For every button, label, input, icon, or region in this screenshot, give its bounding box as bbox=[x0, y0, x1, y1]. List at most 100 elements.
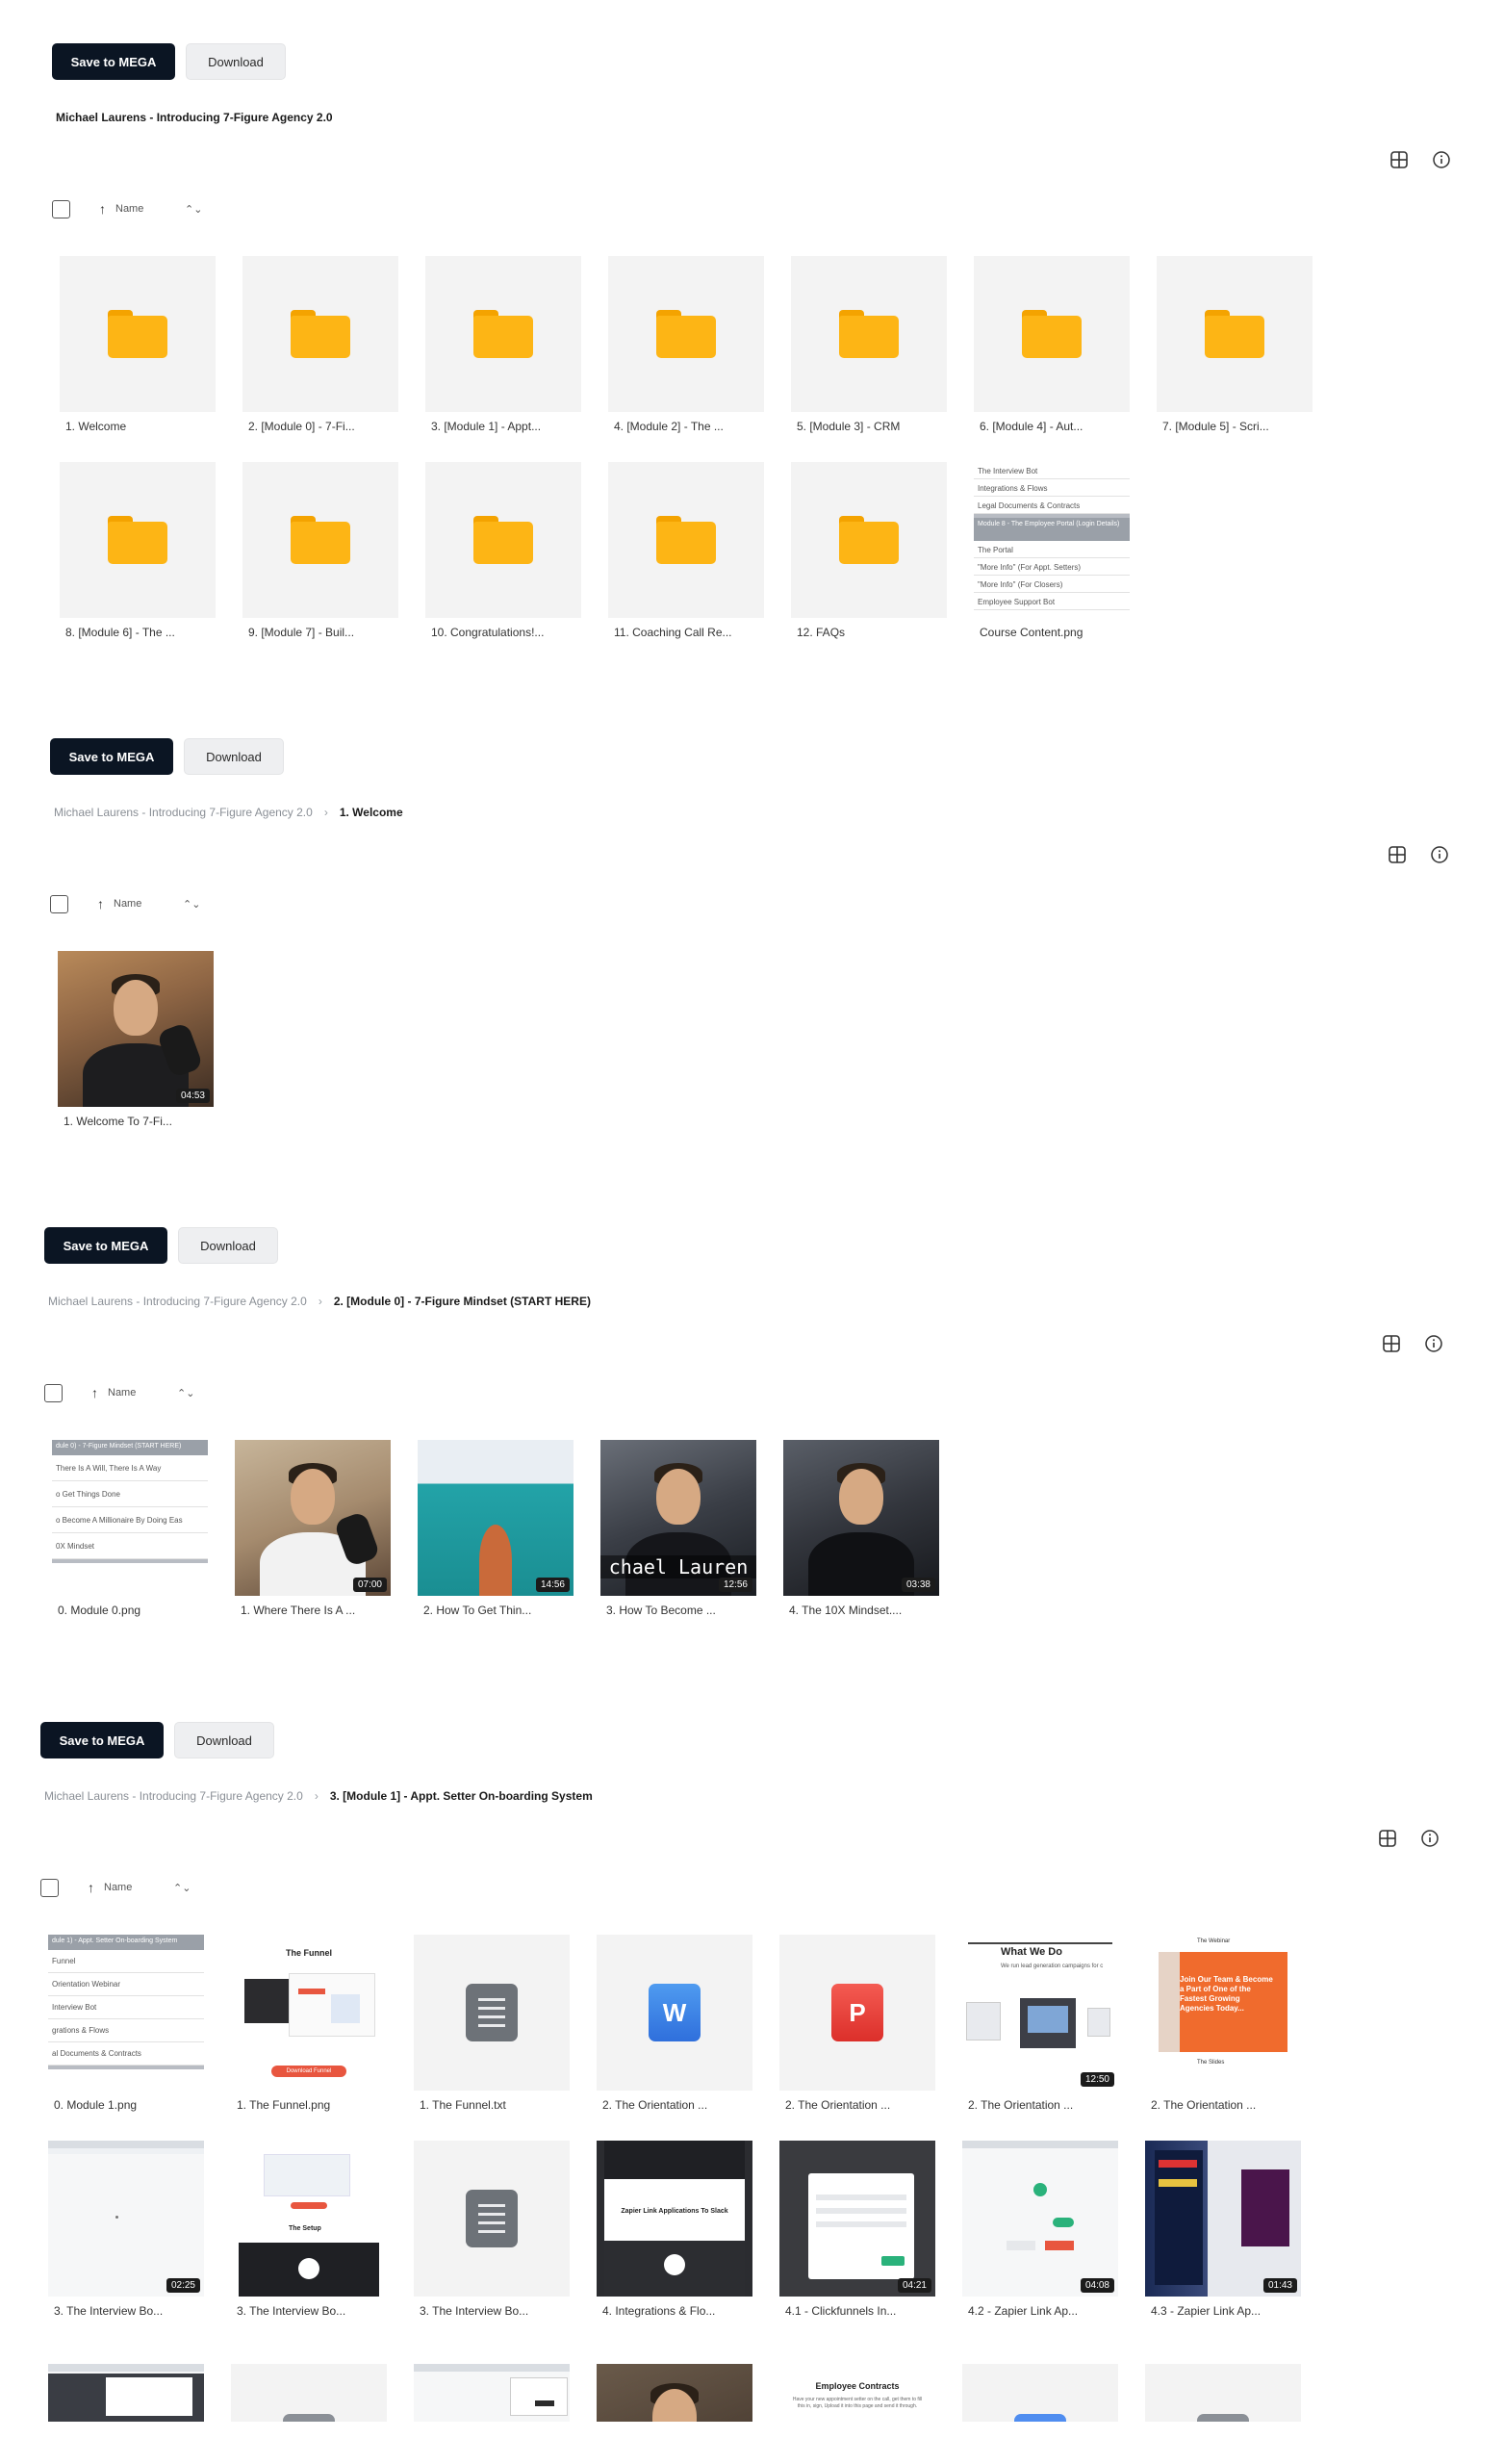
folder-icon bbox=[1205, 310, 1264, 358]
video-tile[interactable] bbox=[597, 2364, 752, 2422]
folder-tile[interactable]: 1. Welcome bbox=[60, 256, 216, 433]
text-file-tile[interactable]: 1. The Funnel.txt bbox=[414, 1935, 570, 2112]
info-icon[interactable] bbox=[1423, 1333, 1444, 1354]
file-tile[interactable] bbox=[1145, 2364, 1301, 2422]
download-button[interactable]: Download bbox=[186, 43, 286, 80]
video-tile[interactable]: The Setup 3. The Interview Bo... bbox=[231, 2141, 387, 2318]
folder-tile[interactable]: 10. Congratulations!... bbox=[425, 462, 581, 639]
video-tile[interactable]: What We Do We run lead generation campai… bbox=[962, 1935, 1118, 2112]
image-file-tile[interactable]: dule 1) - Appt. Setter On-boarding Syste… bbox=[48, 1935, 204, 2112]
folder-icon bbox=[839, 516, 899, 564]
video-duration: 14:56 bbox=[535, 1578, 570, 1592]
powerpoint-file-tile[interactable]: P 2. The Orientation ... bbox=[779, 1935, 935, 2112]
sort-field-label[interactable]: Name bbox=[115, 203, 185, 215]
module-1-thumbnail: dule 1) - Appt. Setter On-boarding Syste… bbox=[48, 1935, 204, 2091]
select-all-checkbox[interactable] bbox=[40, 1878, 59, 1897]
download-button[interactable]: Download bbox=[184, 738, 284, 775]
breadcrumb: Michael Laurens - Introducing 7-Figure A… bbox=[54, 806, 403, 819]
video-duration: 12:56 bbox=[718, 1578, 752, 1592]
breadcrumb-root[interactable]: Michael Laurens - Introducing 7-Figure A… bbox=[44, 1789, 303, 1803]
video-thumbnail: 04:21 bbox=[779, 2141, 935, 2297]
select-all-checkbox[interactable] bbox=[50, 894, 68, 913]
video-thumbnail: chael Lauren 12:56 bbox=[600, 1440, 756, 1596]
breadcrumb-root[interactable]: Michael Laurens - Introducing 7-Figure A… bbox=[48, 1295, 307, 1308]
grid-view-icon[interactable] bbox=[1377, 1828, 1398, 1849]
select-all-checkbox[interactable] bbox=[52, 199, 70, 218]
folder-tile[interactable]: 12. FAQs bbox=[791, 462, 947, 639]
sort-toggle-icon[interactable]: ⌃⌄ bbox=[183, 898, 200, 911]
video-tile[interactable]: 03:38 4. The 10X Mindset.... bbox=[783, 1440, 939, 1617]
folder-tile[interactable]: 4. [Module 2] - The ... bbox=[608, 256, 764, 433]
info-icon[interactable] bbox=[1431, 149, 1452, 170]
video-duration: 04:53 bbox=[175, 1089, 210, 1103]
tile-label: 2. How To Get Thin... bbox=[423, 1604, 532, 1617]
sort-ascending-icon[interactable]: ↑ bbox=[88, 1880, 94, 1895]
save-to-mega-button[interactable]: Save to MEGA bbox=[50, 738, 173, 775]
breadcrumb-root[interactable]: Michael Laurens - Introducing 7-Figure A… bbox=[56, 111, 333, 124]
download-button[interactable]: Download bbox=[178, 1227, 278, 1264]
sort-field-label[interactable]: Name bbox=[104, 1882, 173, 1893]
folder-icon bbox=[656, 310, 716, 358]
video-thumbnail: Zapier Link Applications To Slack bbox=[597, 2141, 752, 2297]
breadcrumb: Michael Laurens - Introducing 7-Figure A… bbox=[56, 111, 333, 124]
save-to-mega-button[interactable]: Save to MEGA bbox=[52, 43, 175, 80]
sort-field-label[interactable]: Name bbox=[108, 1387, 177, 1399]
video-tile[interactable]: 01:43 4.3 - Zapier Link Ap... bbox=[1145, 2141, 1301, 2318]
grid-view-icon[interactable] bbox=[1381, 1333, 1402, 1354]
folder-tile[interactable]: 6. [Module 4] - Aut... bbox=[974, 256, 1130, 433]
sort-bar: ↑ Name ⌃⌄ bbox=[52, 198, 202, 219]
folder-tile[interactable]: 7. [Module 5] - Scri... bbox=[1157, 256, 1313, 433]
grid-view-icon[interactable] bbox=[1387, 844, 1408, 865]
folder-tile[interactable]: 5. [Module 3] - CRM bbox=[791, 256, 947, 433]
folder-tile[interactable]: 2. [Module 0] - 7-Fi... bbox=[242, 256, 398, 433]
breadcrumb-root[interactable]: Michael Laurens - Introducing 7-Figure A… bbox=[54, 806, 313, 819]
info-icon[interactable] bbox=[1429, 844, 1450, 865]
image-file-tile[interactable]: dule 0) - 7-Figure Mindset (START HERE) … bbox=[52, 1440, 208, 1617]
video-duration: 04:08 bbox=[1080, 2278, 1114, 2293]
tile-label: 2. The Orientation ... bbox=[968, 2098, 1074, 2112]
video-tile[interactable]: Zapier Link Applications To Slack 4. Int… bbox=[597, 2141, 752, 2318]
sort-ascending-icon[interactable]: ↑ bbox=[97, 896, 104, 911]
video-tile[interactable] bbox=[48, 2364, 204, 2422]
file-tile[interactable] bbox=[962, 2364, 1118, 2422]
video-tile[interactable]: 02:25 3. The Interview Bo... bbox=[48, 2141, 204, 2318]
select-all-checkbox[interactable] bbox=[44, 1383, 63, 1402]
video-tile[interactable]: 07:00 1. Where There Is A ... bbox=[235, 1440, 391, 1617]
video-tile[interactable]: chael Lauren 12:56 3. How To Become ... bbox=[600, 1440, 756, 1617]
folder-tile[interactable]: 8. [Module 6] - The ... bbox=[60, 462, 216, 639]
sort-toggle-icon[interactable]: ⌃⌄ bbox=[173, 1882, 191, 1894]
download-button[interactable]: Download bbox=[174, 1722, 274, 1758]
info-icon[interactable] bbox=[1419, 1828, 1440, 1849]
image-file-tile[interactable]: The Webinar Join Our Team & Become a Par… bbox=[1145, 1935, 1301, 2112]
save-to-mega-button[interactable]: Save to MEGA bbox=[40, 1722, 164, 1758]
video-tile[interactable]: 04:21 4.1 - Clickfunnels In... bbox=[779, 2141, 935, 2318]
folder-tile[interactable]: 9. [Module 7] - Buil... bbox=[242, 462, 398, 639]
sort-field-label[interactable]: Name bbox=[114, 898, 183, 910]
file-tile[interactable] bbox=[231, 2364, 387, 2422]
image-file-tile[interactable]: The Interview Bot Integrations & Flows L… bbox=[974, 462, 1130, 639]
breadcrumb-current: 1. Welcome bbox=[339, 806, 403, 819]
video-tile[interactable] bbox=[414, 2364, 570, 2422]
folder-tile[interactable]: 3. [Module 1] - Appt... bbox=[425, 256, 581, 433]
tile-label: 3. The Interview Bo... bbox=[420, 2304, 529, 2318]
folder-tile[interactable]: 11. Coaching Call Re... bbox=[608, 462, 764, 639]
sort-toggle-icon[interactable]: ⌃⌄ bbox=[185, 203, 202, 216]
tile-label: 10. Congratulations!... bbox=[431, 626, 545, 639]
sort-ascending-icon[interactable]: ↑ bbox=[99, 201, 106, 217]
video-tile[interactable]: 04:08 4.2 - Zapier Link Ap... bbox=[962, 2141, 1118, 2318]
word-file-tile[interactable]: W 2. The Orientation ... bbox=[597, 1935, 752, 2112]
image-file-tile[interactable]: The Funnel Download Funnel 1. The Funnel… bbox=[231, 1935, 387, 2112]
grid-view-icon[interactable] bbox=[1389, 149, 1410, 170]
folder-icon bbox=[108, 516, 167, 564]
powerpoint-file-thumbnail: P bbox=[779, 1935, 935, 2091]
image-file-tile[interactable]: Employee Contracts Have your new appoint… bbox=[779, 2364, 935, 2422]
tile-label: 4. Integrations & Flo... bbox=[602, 2304, 716, 2318]
sort-ascending-icon[interactable]: ↑ bbox=[91, 1385, 98, 1400]
video-tile[interactable]: 14:56 2. How To Get Thin... bbox=[418, 1440, 574, 1617]
file-icon bbox=[283, 2414, 335, 2422]
video-tile[interactable]: 04:53 1. Welcome To 7-Fi... bbox=[58, 951, 214, 1128]
tile-label: 4. The 10X Mindset.... bbox=[789, 1604, 903, 1617]
text-file-tile[interactable]: 3. The Interview Bo... bbox=[414, 2141, 570, 2318]
save-to-mega-button[interactable]: Save to MEGA bbox=[44, 1227, 167, 1264]
sort-toggle-icon[interactable]: ⌃⌄ bbox=[177, 1387, 194, 1399]
